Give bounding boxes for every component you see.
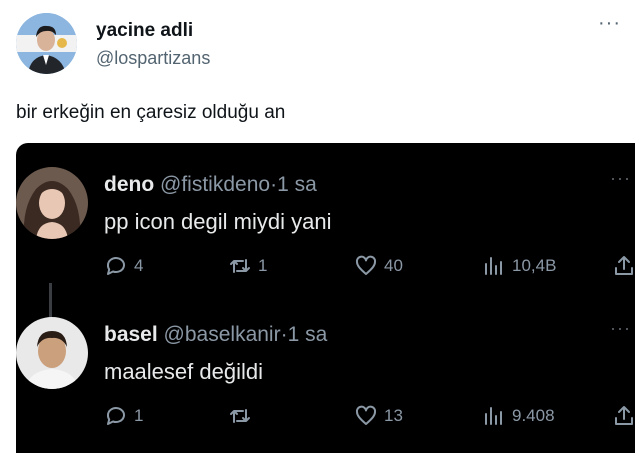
reply-header: basel @baselkanir·1 sa — [104, 323, 327, 347]
heart-icon — [355, 405, 377, 425]
views-count-group: 10,4B — [482, 253, 556, 279]
author-avatar[interactable] — [16, 13, 77, 74]
views-chart-icon — [485, 407, 502, 425]
comment-icon — [106, 407, 125, 425]
retweet-icon — [230, 409, 250, 423]
reply-text: maalesef değildi — [104, 359, 263, 384]
retweet-count-group: 1 — [228, 253, 267, 279]
reply-count-group: 1 — [104, 403, 143, 429]
person-avatar-image — [16, 13, 77, 74]
like-count: 40 — [384, 256, 403, 275]
views-count-group: 9.408 — [482, 403, 555, 429]
reply-text: pp icon degil miydi yani — [104, 209, 332, 234]
tweet-card: yacine adli @lospartizans ··· bir erkeği… — [0, 0, 635, 453]
reply-time: 1 sa — [277, 173, 317, 196]
reply-actions: 1 13 9.408 — [104, 403, 635, 429]
reply-time: 1 sa — [287, 323, 328, 346]
reply-count: 4 — [134, 256, 144, 275]
separator-dot: · — [270, 173, 278, 196]
comment-icon — [106, 257, 125, 275]
heart-icon — [355, 255, 377, 275]
more-options-icon: ··· — [610, 168, 631, 188]
retweet-count-group — [228, 403, 258, 429]
author-name[interactable]: yacine adli — [96, 20, 193, 42]
person-avatar-image — [16, 167, 88, 239]
retweet-count: 1 — [258, 256, 268, 275]
reply-author-name: deno — [104, 173, 155, 196]
more-options-icon[interactable]: ··· — [598, 13, 621, 33]
share-group — [612, 403, 635, 429]
tweet-text: bir erkeğin en çaresiz olduğu an — [16, 102, 286, 123]
embedded-screenshot[interactable]: deno @fistikdeno·1 sa ··· pp icon degil … — [16, 143, 635, 453]
share-icon — [615, 406, 633, 425]
reply-actions: 4 1 40 10,4B — [104, 253, 635, 279]
share-icon — [615, 256, 633, 275]
author-handle[interactable]: @lospartizans — [96, 48, 210, 69]
reply-count-group: 4 — [104, 253, 143, 279]
like-count-group: 13 — [354, 403, 403, 429]
reply-avatar — [16, 317, 88, 389]
like-count-group: 40 — [354, 253, 403, 279]
separator-dot: · — [280, 323, 288, 346]
reply-author-handle: @fistikdeno — [160, 173, 271, 196]
like-count: 13 — [384, 406, 403, 425]
reply-header: deno @fistikdeno·1 sa — [104, 173, 317, 197]
reply-author-handle: @baselkanir — [163, 323, 281, 346]
person-avatar-image — [16, 317, 88, 389]
reply-count: 1 — [134, 406, 144, 425]
reply-author-name: basel — [104, 323, 158, 346]
share-group — [612, 253, 635, 279]
views-chart-icon — [485, 257, 502, 275]
view-count: 9.408 — [512, 406, 555, 425]
retweet-icon — [230, 259, 250, 273]
reply-avatar — [16, 167, 88, 239]
view-count: 10,4B — [512, 256, 557, 275]
more-options-icon: ··· — [610, 318, 631, 338]
